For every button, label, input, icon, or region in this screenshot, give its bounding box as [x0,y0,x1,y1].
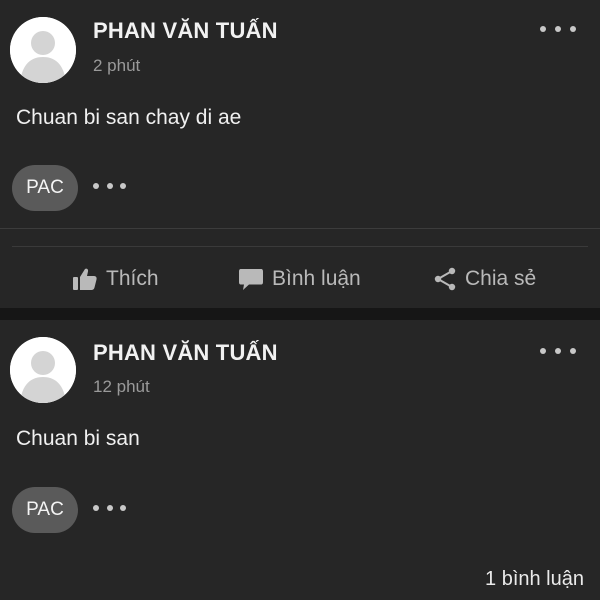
comment-label: Bình luận [272,267,361,290]
share-button[interactable]: Chia sẻ [433,262,536,296]
post-card: PHAN VĂN TUẤN 12 phút Chuan bi san PAC [0,320,600,600]
avatar[interactable] [10,337,76,403]
avatar[interactable] [10,17,76,83]
more-options-icon[interactable] [540,341,576,361]
post-content: Chuan bi san [16,427,140,450]
post-card: PHAN VĂN TUẤN 2 phút Chuan bi san chay d… [0,0,600,308]
page-tag[interactable]: PAC [12,487,78,533]
post-time[interactable]: 2 phút [93,56,140,76]
author-name[interactable]: PHAN VĂN TUẤN [93,18,278,44]
ellipsis-icon[interactable] [93,503,126,513]
post-time[interactable]: 12 phút [93,377,150,397]
author-name[interactable]: PHAN VĂN TUẤN [93,340,278,366]
avatar-placeholder-icon [10,17,76,83]
comment-button[interactable]: Bình luận [238,262,361,296]
share-icon [434,267,456,291]
post-separator [0,308,600,320]
share-label: Chia sẻ [465,267,537,290]
comment-bubble-icon [239,269,263,290]
like-label: Thích [106,267,159,290]
post-content: Chuan bi san chay di ae [16,106,242,129]
avatar-placeholder-icon [10,337,76,403]
divider [12,246,588,247]
page-tag[interactable]: PAC [12,165,78,211]
divider [0,228,600,229]
ellipsis-icon[interactable] [93,181,126,191]
thumbs-up-icon [73,268,97,290]
comments-count-link[interactable]: 1 bình luận [485,568,584,591]
more-options-icon[interactable] [540,19,576,39]
like-button[interactable]: Thích [72,262,159,296]
